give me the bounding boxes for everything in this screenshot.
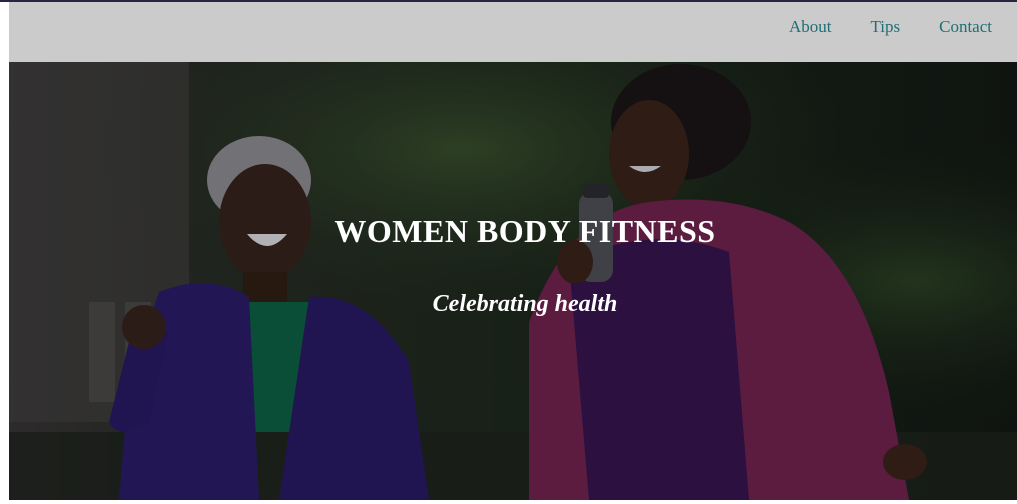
navbar: About Tips Contact: [9, 2, 1017, 62]
nav-links: About Tips Contact: [789, 17, 992, 37]
nav-link-tips[interactable]: Tips: [870, 17, 900, 37]
hero-subtitle: Celebrating health: [432, 291, 618, 317]
nav-link-contact[interactable]: Contact: [939, 17, 992, 37]
hero-section: WOMEN BODY FITNESS Celebrating health: [9, 62, 1017, 500]
nav-link-about[interactable]: About: [789, 17, 832, 37]
hero-title: WOMEN BODY FITNESS: [334, 213, 716, 249]
bottom-divider: [9, 500, 1017, 504]
hero-overlay: [9, 62, 1017, 500]
